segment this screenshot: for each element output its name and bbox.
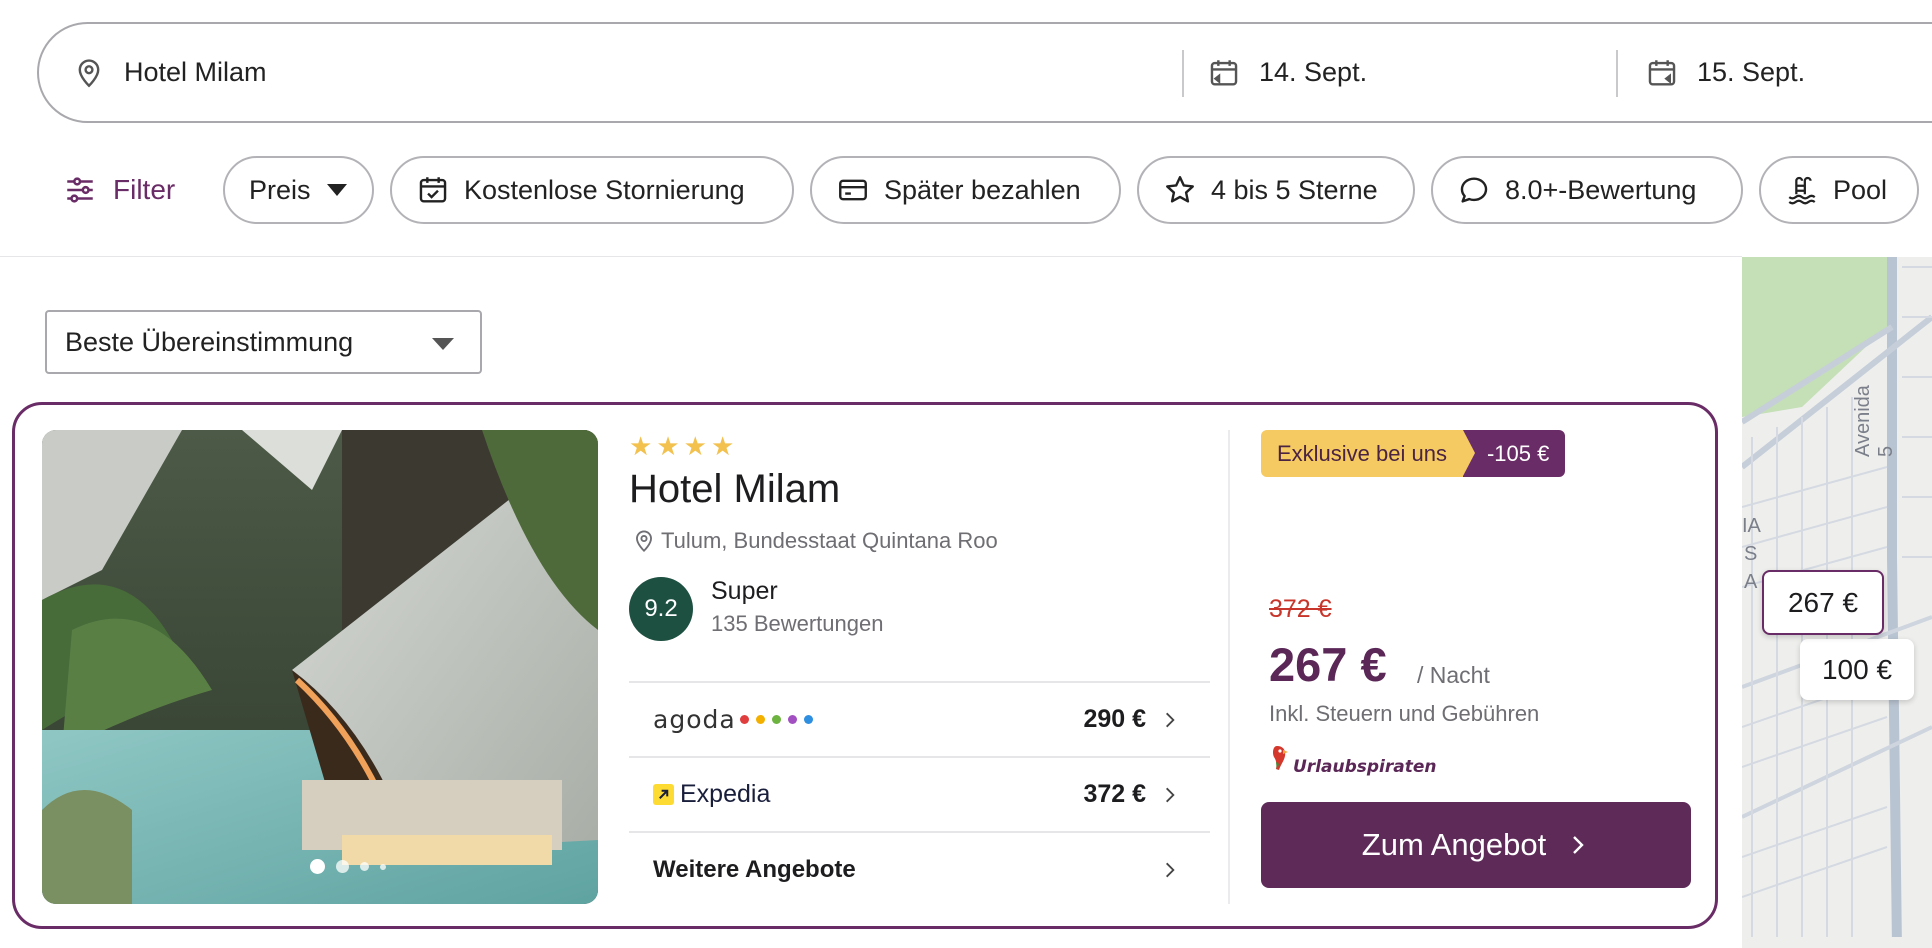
- badge-label: Exklusive bei uns: [1261, 430, 1463, 477]
- caret-down-icon: [326, 184, 347, 196]
- location-text: Tulum, Bundesstaat Quintana Roo: [661, 528, 998, 553]
- pagination-dot[interactable]: [360, 862, 369, 871]
- divider: [1616, 50, 1618, 97]
- chevron-right-icon: [1166, 862, 1175, 877]
- rating-label: Super: [711, 577, 778, 605]
- old-price: 372 €: [1269, 595, 1332, 623]
- pagination-dot[interactable]: [336, 860, 349, 873]
- chevron-right-icon: [1573, 836, 1584, 854]
- parrot-icon: [1273, 746, 1288, 770]
- provider-price: 372 €: [1083, 780, 1146, 808]
- checkout-value: 15. Sept.: [1697, 57, 1806, 87]
- hotel-photo-image: [42, 430, 598, 904]
- cta-label: Zum Angebot: [1361, 827, 1547, 862]
- star-icon: ★: [656, 431, 680, 461]
- pool-icon: [1788, 176, 1816, 205]
- location-pin-icon: [78, 58, 100, 87]
- star-rating: ★ ★ ★ ★: [629, 433, 738, 459]
- star-icon: ★: [683, 431, 707, 461]
- caret-down-icon: [432, 338, 454, 350]
- star-outline-icon: [1166, 176, 1194, 203]
- per-night-label: / Nacht: [1417, 662, 1490, 688]
- sliders-icon: [67, 177, 93, 203]
- badge-discount: -105 €: [1462, 430, 1566, 477]
- expedia-arrow-icon: [653, 784, 674, 805]
- partner-logo: Urlaubspiraten: [1271, 743, 1437, 777]
- hotel-name[interactable]: Hotel Milam: [629, 467, 840, 512]
- map-area-label: S: [1744, 543, 1758, 565]
- divider: [1228, 430, 1230, 904]
- hotel-card[interactable]: ★ ★ ★ ★ Hotel Milam Tulum, Bundesstaat Q…: [12, 402, 1718, 929]
- hotel-photo[interactable]: [42, 430, 598, 904]
- destination-field[interactable]: Hotel Milam: [72, 24, 267, 121]
- provider-name: agoda: [653, 705, 736, 734]
- more-offers-label: Weitere Angebote: [653, 855, 856, 883]
- map-price-pin[interactable]: 100 €: [1800, 639, 1914, 700]
- chip-4-bis-5-sterne[interactable]: 4 bis 5 Sterne: [1137, 156, 1415, 224]
- hotel-location: Tulum, Bundesstaat Quintana Roo: [631, 528, 998, 554]
- agoda-dots-icon: [739, 715, 820, 724]
- filter-bar: Filter Preis Kostenlose Stornierung Spät…: [0, 156, 1932, 224]
- provider-logo-agoda: agoda: [653, 705, 820, 734]
- filter-button[interactable]: Filter: [63, 156, 175, 224]
- map[interactable]: Avenida 5 IA S A 100 € 267 €: [1742, 257, 1932, 948]
- map-area-label: IA: [1742, 515, 1761, 537]
- calendar-icon: [1210, 59, 1238, 86]
- map-price-pin-selected[interactable]: 267 €: [1762, 570, 1884, 635]
- map-area-label: A: [1744, 571, 1758, 593]
- provider-row-expedia[interactable]: Expedia 372 €: [629, 756, 1210, 831]
- checkout-field[interactable]: 15. Sept.: [1645, 24, 1805, 121]
- pagination-dot[interactable]: [310, 859, 325, 874]
- provider-logo-expedia: Expedia: [653, 780, 770, 809]
- calendar-check-icon: [419, 177, 447, 203]
- sort-select[interactable]: Beste Übereinstimmung: [45, 310, 482, 374]
- review-count[interactable]: 135 Bewertungen: [711, 611, 883, 637]
- zum-angebot-button[interactable]: Zum Angebot: [1261, 802, 1691, 888]
- destination-value: Hotel Milam: [124, 57, 267, 87]
- more-offers-row[interactable]: Weitere Angebote: [629, 831, 1210, 906]
- chip-label: 4 bis 5 Sterne: [1211, 174, 1378, 205]
- price: 267 €: [1269, 638, 1387, 691]
- chip-label: 8.0+-Bewertung: [1505, 174, 1697, 205]
- provider-price: 290 €: [1083, 705, 1146, 733]
- photo-pagination: [310, 859, 397, 874]
- chip-label: Kostenlose Stornierung: [464, 174, 745, 205]
- provider-name: Expedia: [680, 780, 771, 808]
- filter-label: Filter: [113, 174, 176, 205]
- taxes-note: Inkl. Steuern und Gebühren: [1269, 701, 1540, 726]
- chip-kostenlose-stornierung[interactable]: Kostenlose Stornierung: [390, 156, 794, 224]
- chip-label: Pool: [1833, 174, 1888, 205]
- chevron-right-icon: [1166, 712, 1175, 727]
- provider-row-agoda[interactable]: agoda 290 €: [629, 681, 1210, 756]
- chip-spaeter-bezahlen[interactable]: Später bezahlen: [810, 156, 1121, 224]
- checkin-value: 14. Sept.: [1259, 57, 1368, 87]
- chip-label: Später bezahlen: [884, 174, 1081, 205]
- chip-bewertung[interactable]: 8.0+-Bewertung: [1431, 156, 1743, 224]
- chevron-right-icon: [1166, 787, 1175, 802]
- speech-bubble-icon: [1460, 177, 1488, 203]
- checkin-field[interactable]: 14. Sept.: [1207, 24, 1367, 121]
- star-icon: ★: [629, 431, 653, 461]
- chip-preis[interactable]: Preis: [223, 156, 374, 224]
- calendar-icon: [1648, 59, 1676, 86]
- location-pin-icon: [636, 530, 652, 553]
- divider: [0, 256, 1742, 257]
- sort-value: Beste Übereinstimmung: [65, 326, 354, 357]
- chip-label: Preis: [249, 174, 311, 205]
- chip-pool[interactable]: Pool: [1759, 156, 1919, 224]
- search-bar: Hotel Milam 14. Sept. 15. Sept.: [37, 22, 1932, 123]
- star-icon: ★: [710, 431, 735, 461]
- divider: [1182, 50, 1184, 97]
- exclusive-badge: Exklusive bei uns -105 €: [1261, 430, 1566, 477]
- partner-name: Urlaubspiraten: [1293, 757, 1437, 777]
- street-label: Avenida 5: [1852, 385, 1897, 457]
- rating-score: 9.2: [629, 577, 693, 641]
- credit-card-icon: [839, 179, 867, 201]
- pagination-dot[interactable]: [380, 863, 386, 870]
